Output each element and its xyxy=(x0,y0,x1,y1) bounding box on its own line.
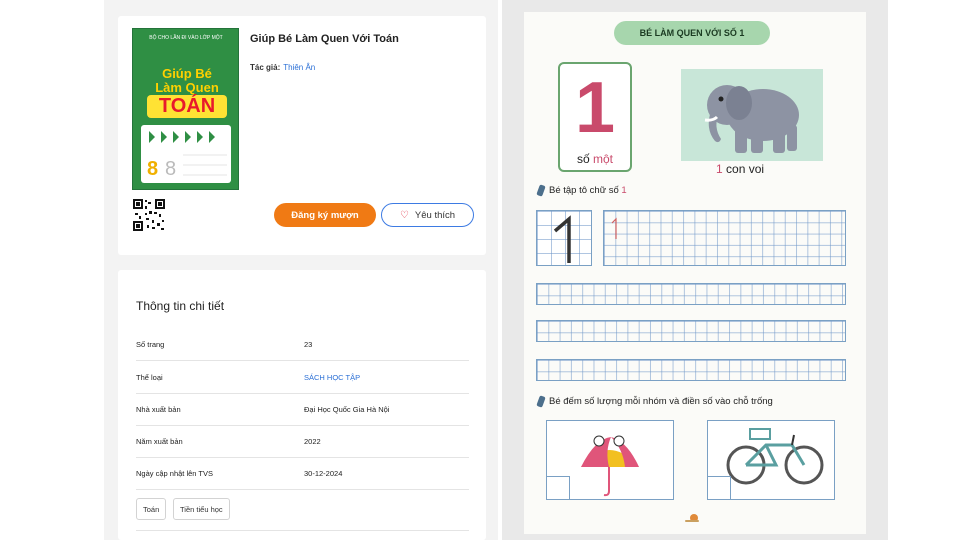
cover-top-text: BỘ CHO LẦN ĐI VÀO LỚP MỘT xyxy=(149,35,223,41)
svg-text:8: 8 xyxy=(165,158,176,180)
book-title: Giúp Bé Làm Quen Với Toán xyxy=(250,33,399,45)
book-author: Tác giả: Thiên Ân xyxy=(250,63,315,72)
tag-list: Toán Tiền tiểu học xyxy=(136,498,469,531)
trace-sample-box xyxy=(536,210,592,266)
detail-row-year: Năm xuất bản 2022 xyxy=(136,425,469,458)
detail-row-updated: Ngày cập nhật lên TVS 30-12-2024 xyxy=(136,457,469,490)
instruction-trace-text: Bé tập tô chữ số xyxy=(549,185,619,197)
instruction-count: Bé đếm số lượng mỗi nhóm và điền số vào … xyxy=(536,395,773,408)
instruction-trace: Bé tập tô chữ số 1 xyxy=(536,184,627,197)
favorite-button[interactable]: ♡ Yêu thích xyxy=(381,203,474,227)
detail-value: 30-12-2024 xyxy=(304,469,343,478)
number-word-prefix: số xyxy=(576,152,590,166)
number-word-value: một xyxy=(593,152,614,166)
number-card: 1 số một xyxy=(558,62,632,172)
qr-code-image xyxy=(132,198,166,232)
animal-count: 1 xyxy=(716,162,723,176)
borrow-button-label: Đăng ký mượn xyxy=(291,209,359,221)
answer-box xyxy=(707,476,731,500)
detail-label: Số trang xyxy=(136,340,165,349)
author-label: Tác giả: xyxy=(250,63,281,72)
number-word: số một xyxy=(560,152,630,166)
heart-icon: ♡ xyxy=(399,209,409,221)
author-link[interactable]: Thiên Ân xyxy=(283,63,315,72)
category-link[interactable]: SÁCH HỌC TẬP xyxy=(304,373,360,382)
tag-chip[interactable]: Toán xyxy=(136,498,167,520)
detail-value: 2022 xyxy=(304,437,321,446)
big-number: 1 xyxy=(574,68,616,148)
elephant-illustration xyxy=(681,69,823,161)
bicycle-count-box xyxy=(707,420,835,500)
detail-value: Đại Học Quốc Gia Hà Nội xyxy=(304,405,390,414)
detail-label: Ngày cập nhật lên TVS xyxy=(136,469,213,478)
snail-icon xyxy=(684,510,700,522)
practice-grid-row xyxy=(536,320,846,342)
umbrella-count-box xyxy=(546,420,674,500)
detail-row-pages: Số trang 23 xyxy=(136,328,469,361)
favorite-button-label: Yêu thích xyxy=(414,209,456,221)
tag-chip[interactable]: Tiền tiểu học xyxy=(173,498,230,520)
elephant-caption: 1 con voi xyxy=(716,162,764,176)
detail-label: Năm xuất bản xyxy=(136,437,183,446)
practice-grid-row xyxy=(536,359,846,381)
svg-text:8: 8 xyxy=(147,158,158,180)
borrow-button[interactable]: Đăng ký mượn xyxy=(274,203,376,227)
detail-row-publisher: Nhà xuất bản Đại Học Quốc Gia Hà Nội xyxy=(136,393,469,426)
trace-grid-row xyxy=(603,210,846,266)
detail-label: Nhà xuất bản xyxy=(136,405,181,414)
cover-title-main: TOÁN xyxy=(147,95,227,118)
details-heading: Thông tin chi tiết xyxy=(136,299,225,313)
page-header-pill: BÉ LÀM QUEN VỚI SỐ 1 xyxy=(614,21,770,45)
detail-row-category: Thể loại SÁCH HỌC TẬP xyxy=(136,361,469,394)
instruction-trace-number: 1 xyxy=(621,185,627,197)
pencil-icon xyxy=(536,184,546,197)
practice-grid-row xyxy=(536,283,846,305)
book-cover-image[interactable]: BỘ CHO LẦN ĐI VÀO LỚP MỘT Giúp Bé Làm Qu… xyxy=(132,28,239,190)
detail-value: 23 xyxy=(304,340,313,349)
answer-box xyxy=(546,476,570,500)
animal-name: con voi xyxy=(726,162,765,176)
detail-label: Thể loại xyxy=(136,373,163,382)
cover-illustration: 8 8 xyxy=(141,125,231,183)
instruction-count-text: Bé đếm số lượng mỗi nhóm và điền số vào … xyxy=(549,396,773,408)
pencil-icon xyxy=(536,395,546,408)
